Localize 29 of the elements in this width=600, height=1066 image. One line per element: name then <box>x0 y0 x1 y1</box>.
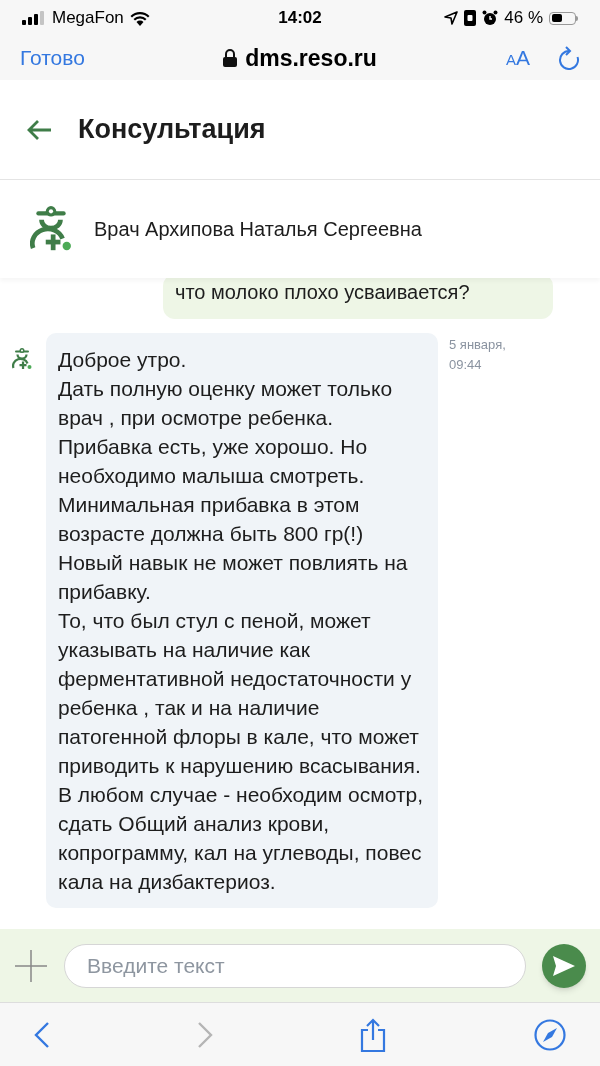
text-size-button[interactable]: AA <box>505 42 530 74</box>
back-arrow-icon[interactable] <box>26 118 52 141</box>
signal-icon <box>22 11 46 25</box>
message-bubble: что молоко плохо усваивается? <box>163 278 553 319</box>
page-title: Консультация <box>78 113 266 147</box>
doctor-icon <box>12 347 32 371</box>
wifi-icon <box>129 10 150 26</box>
done-button[interactable]: Готово <box>20 42 170 74</box>
carrier-name: MegaFon <box>52 7 124 30</box>
compass-icon[interactable] <box>533 1018 566 1051</box>
send-button[interactable] <box>542 943 586 988</box>
doctor-name: Врач Архипова Наталья Сергеевна <box>94 217 422 242</box>
message-date: 5 января, <box>449 336 506 354</box>
share-icon[interactable] <box>359 1017 388 1052</box>
message-time: 09:44 <box>449 356 483 374</box>
location-icon <box>444 11 459 25</box>
message-input[interactable]: Введите текст <box>64 943 526 988</box>
back-icon[interactable] <box>34 1020 50 1049</box>
send-icon <box>552 954 576 977</box>
lock-icon <box>223 49 238 67</box>
message-bubble: Доброе утро. Дать полную оценку может только врач , при осмотре ребенка. Прибавка есть, уже хорошо. Но необходимо малыша смотреть. Минимальная прибавка в этом возрасте должна быть 800 гр(!) Новый навык не может повлиять на прибавку. То, что был стул с пеной, может указывать на наличие как ферментативной недостаточности у ребенка , так и на наличие патогенной флоры в кале, что может приводить к нарушению всасывания. В любом случае - необходим осмотр, сдать Общий анализ крови, копрограмму, кал на углеводы, повес кала на дизбактериоз. <box>46 333 438 908</box>
reload-icon[interactable] <box>558 46 580 70</box>
portrait-lock-icon <box>464 10 477 26</box>
address-bar[interactable]: dms.reso.ru <box>170 40 430 76</box>
battery-percent: 46 % <box>504 7 543 30</box>
clock-time: 14:02 <box>278 7 322 30</box>
alarm-icon <box>482 10 499 26</box>
add-icon[interactable] <box>14 948 48 983</box>
battery-icon <box>549 11 578 25</box>
